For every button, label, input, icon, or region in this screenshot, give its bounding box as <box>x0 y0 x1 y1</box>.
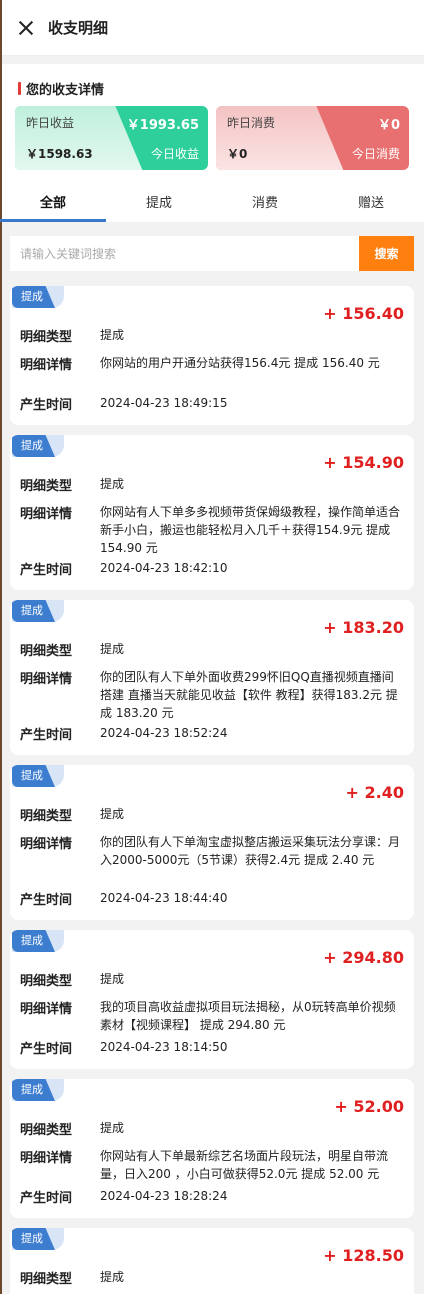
type-value: 提成 <box>100 477 125 491</box>
time-value: 2024-04-23 18:14:50 <box>100 1040 228 1054</box>
list-item[interactable]: 提成 + 52.00 明细类型 提成 明细详情 你网站有人下单最新综艺名场面片段玩法… <box>10 1079 414 1218</box>
type-value: 提成 <box>100 328 125 342</box>
record-amount: + 2.40 <box>345 783 404 802</box>
expense-yesterday-value: ￥0 <box>377 118 400 133</box>
summary-panel: 您的收支详情 昨日收益 ￥1993.65 ￥1598.63 今日收益 昨日消费 … <box>0 64 424 180</box>
detail-label: 明细详情 <box>20 507 73 522</box>
summary-title-label: 您的收支详情 <box>26 82 105 98</box>
tab-consumption[interactable]: 消费 <box>212 180 318 222</box>
tab-gift[interactable]: 赠送 <box>318 180 424 222</box>
type-value: 提成 <box>100 807 125 821</box>
type-label: 明细类型 <box>20 1123 73 1138</box>
list-item[interactable]: 提成 + 156.40 明细类型 提成 明细详情 你网站的用户开通分站获得156.4… <box>10 286 414 425</box>
time-label: 产生时间 <box>20 1191 73 1206</box>
list-item[interactable]: 提成 + 2.40 明细类型 提成 明细详情 你的团队有人下单淘宝虚拟整店搬运采集玩… <box>10 765 414 920</box>
type-value: 提成 <box>100 1270 125 1284</box>
income-today-label: 今日收益 <box>150 147 199 161</box>
detail-value: 你的团队有人下单淘宝虚拟整店搬运采集玩法分享课：月入2000-5000元（5节课… <box>100 835 401 867</box>
tab-all[interactable]: 全部 <box>0 180 106 222</box>
close-icon[interactable] <box>18 20 34 36</box>
page-title: 收支明细 <box>48 19 109 37</box>
record-amount: + 183.20 <box>323 618 404 637</box>
list-item[interactable]: 提成 + 183.20 明细类型 提成 明细详情 你的团队有人下单外面收费299怀旧… <box>10 600 414 755</box>
detail-label: 明细详情 <box>20 672 73 687</box>
type-label: 明细类型 <box>20 809 73 824</box>
expense-today-label: 今日消费 <box>351 147 400 161</box>
detail-value: 你网站有人下单多多视频带货保姆级教程，操作简单适合新手小白，搬运也能轻松月入几千… <box>100 505 401 555</box>
detail-value: 你的团队有人下单外面收费299怀旧QQ直播视频直播间搭建 直播当天就能见收益【软… <box>100 670 398 720</box>
detail-value: 我的项目高收益虚拟项目玩法揭秘，从0玩转高单价视频素材【视频课程】 提成 294… <box>100 1000 396 1032</box>
search-input[interactable] <box>10 236 359 271</box>
time-label: 产生时间 <box>20 728 73 743</box>
detail-label: 明细详情 <box>20 837 73 852</box>
time-value: 2024-04-23 18:44:40 <box>100 891 228 905</box>
income-today-value: ￥1598.63 <box>26 147 93 161</box>
record-amount: + 294.80 <box>323 948 404 967</box>
record-amount: + 156.40 <box>323 304 404 323</box>
record-amount: + 154.90 <box>323 453 404 472</box>
detail-value: 你网站的用户开通分站获得156.4元 提成 156.40 元 <box>100 356 380 370</box>
record-amount: + 52.00 <box>334 1097 404 1116</box>
filter-tabs: 全部 提成 消费 赠送 <box>0 180 424 222</box>
time-value: 2024-04-23 18:52:24 <box>100 726 228 740</box>
title-accent-bar <box>18 81 21 95</box>
type-label: 明细类型 <box>20 974 73 989</box>
record-list: 提成 + 156.40 明细类型 提成 明细详情 你网站的用户开通分站获得156.4… <box>0 286 424 1294</box>
type-value: 提成 <box>100 972 125 986</box>
detail-label: 明细详情 <box>20 1002 73 1017</box>
list-item[interactable]: 提成 + 154.90 明细类型 提成 明细详情 你网站有人下单多多视频带货保姆级教… <box>10 435 414 590</box>
list-item[interactable]: 提成 + 128.50 明细类型 提成 <box>10 1228 414 1294</box>
income-yesterday-value: ￥1993.65 <box>126 118 199 133</box>
record-amount: + 128.50 <box>323 1246 404 1265</box>
income-label: 昨日收益 <box>26 116 75 130</box>
type-label: 明细类型 <box>20 479 73 494</box>
time-label: 产生时间 <box>20 398 73 413</box>
time-label: 产生时间 <box>20 893 73 908</box>
type-value: 提成 <box>100 642 125 656</box>
search-bar: 搜索 <box>10 236 414 271</box>
type-value: 提成 <box>100 1121 125 1135</box>
type-label: 明细类型 <box>20 1272 73 1287</box>
type-label: 明细类型 <box>20 330 73 345</box>
top-bar: 收支明细 <box>0 0 424 56</box>
expense-card: 昨日消费 ￥0 ￥0 今日消费 <box>216 106 409 170</box>
time-value: 2024-04-23 18:28:24 <box>100 1189 228 1203</box>
detail-value: 你网站有人下单最新综艺名场面片段玩法，明星自带流量，日入200 ，小白可做获得5… <box>100 1149 389 1181</box>
expense-label: 昨日消费 <box>227 116 276 130</box>
expense-today-value: ￥0 <box>227 147 248 161</box>
time-label: 产生时间 <box>20 563 73 578</box>
income-card: 昨日收益 ￥1993.65 ￥1598.63 今日收益 <box>15 106 208 170</box>
summary-title: 您的收支详情 <box>15 78 409 98</box>
time-value: 2024-04-23 18:42:10 <box>100 561 228 575</box>
type-label: 明细类型 <box>20 644 73 659</box>
search-button[interactable]: 搜索 <box>359 236 414 271</box>
list-item[interactable]: 提成 + 294.80 明细类型 提成 明细详情 我的项目高收益虚拟项目玩法揭秘，从… <box>10 930 414 1069</box>
detail-label: 明细详情 <box>20 1151 73 1166</box>
tab-commission[interactable]: 提成 <box>106 180 212 222</box>
time-value: 2024-04-23 18:49:15 <box>100 396 228 410</box>
time-label: 产生时间 <box>20 1042 73 1057</box>
detail-label: 明细详情 <box>20 358 73 373</box>
